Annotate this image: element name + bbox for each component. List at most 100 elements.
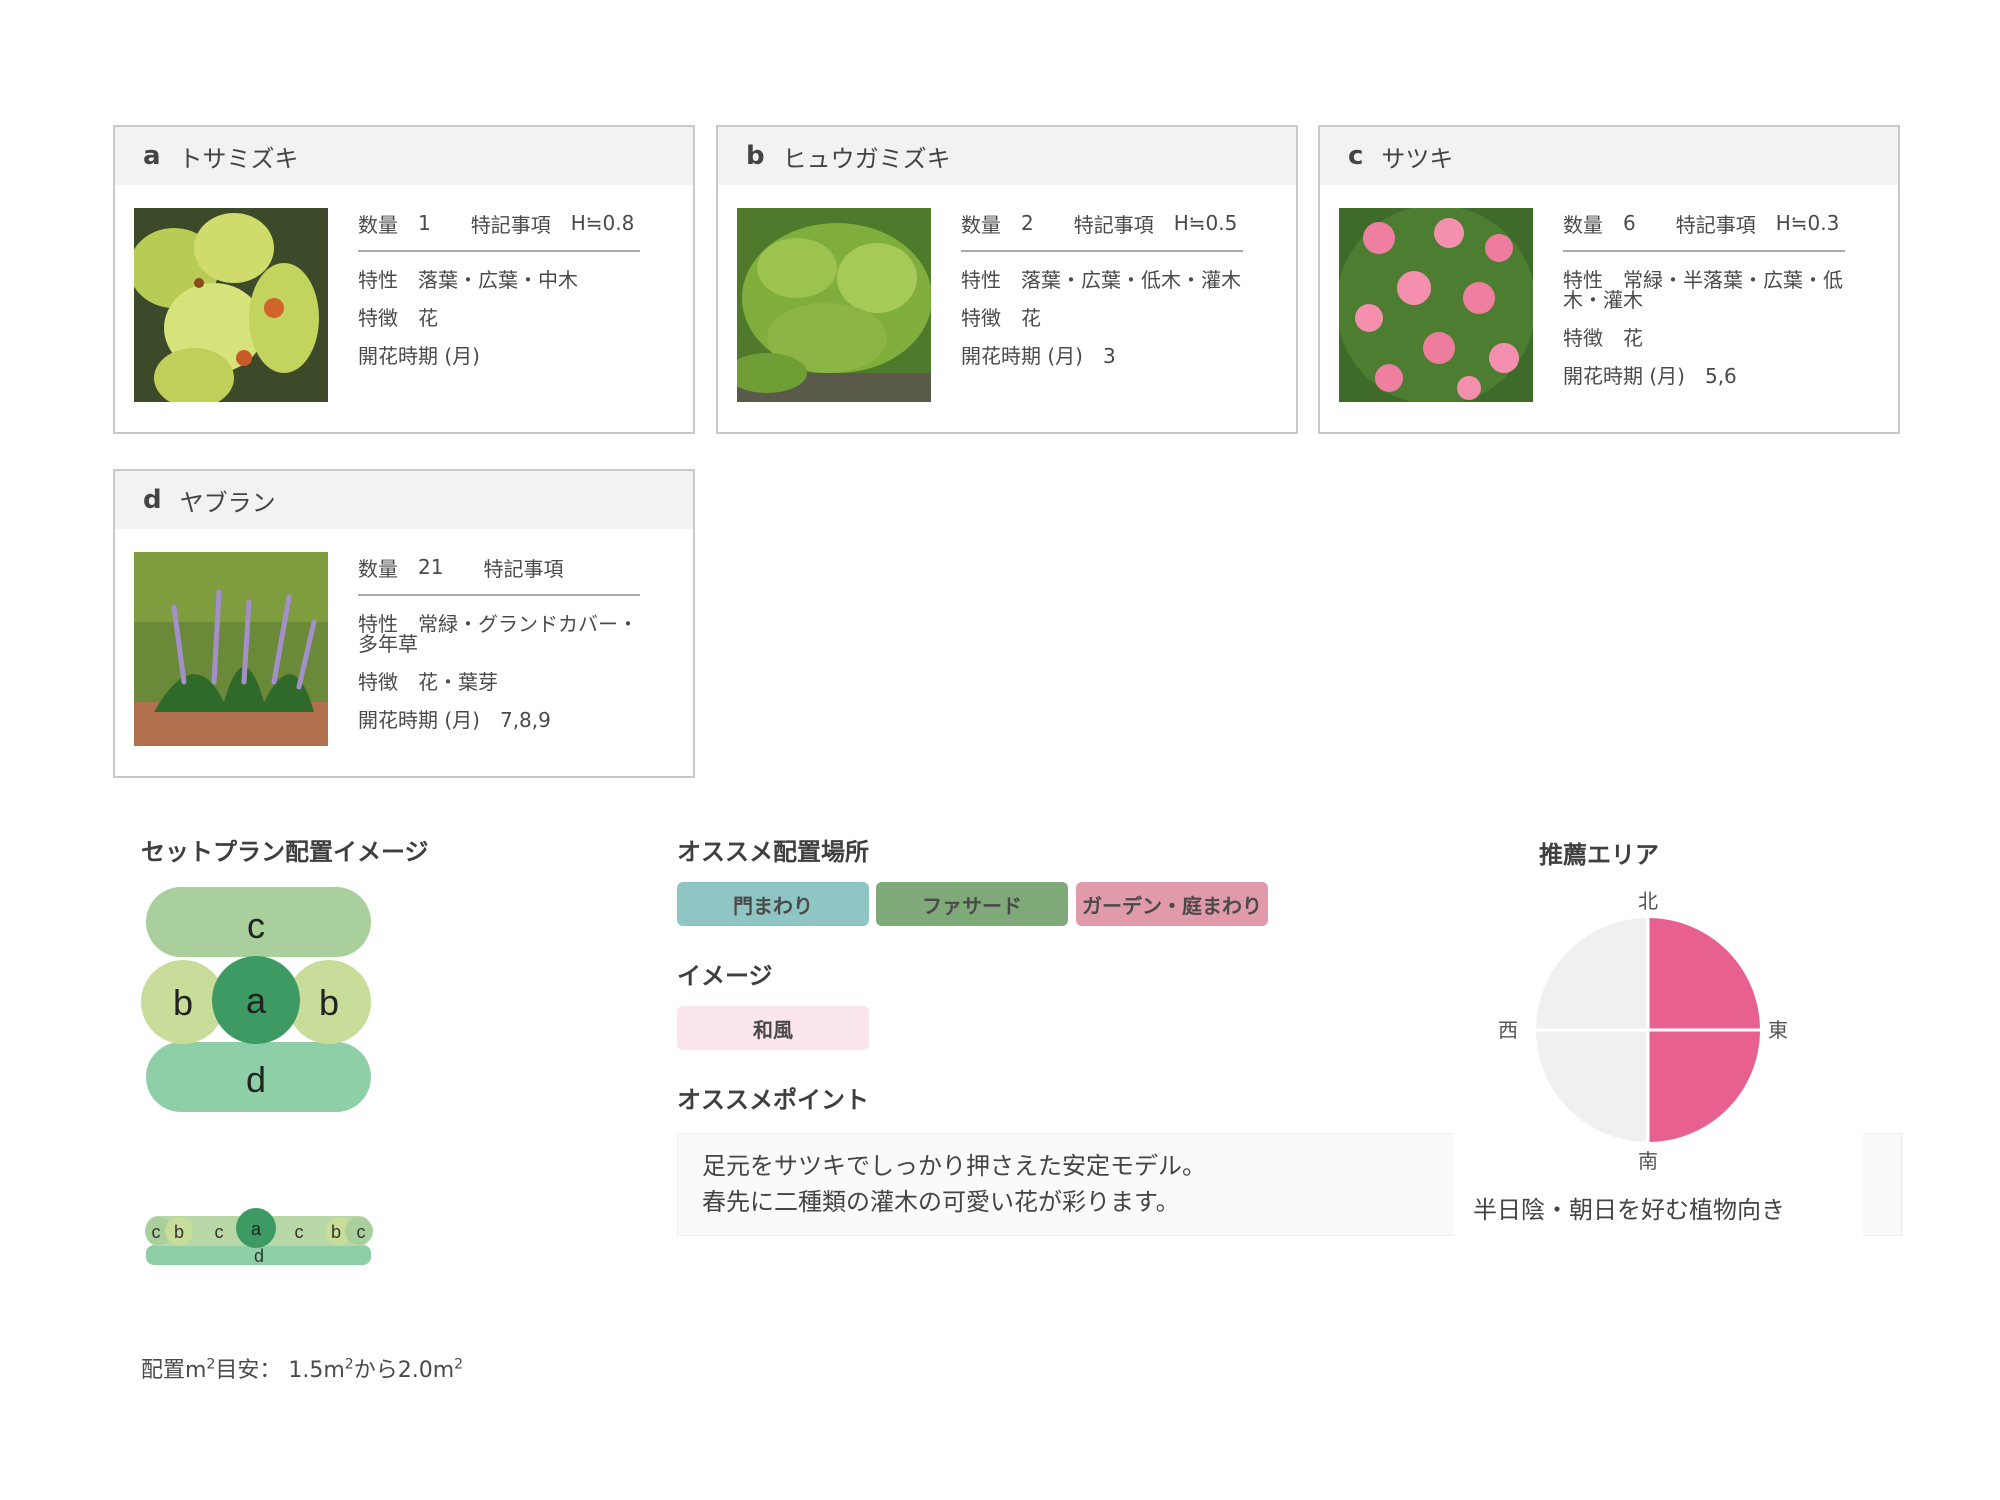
qty-label: 数量: [961, 212, 1001, 237]
note-mid: 目安： 1.5m: [215, 1358, 345, 1383]
strip-label: c: [152, 1222, 161, 1242]
qty-label: 数量: [358, 212, 398, 237]
strip-label: a: [251, 1219, 262, 1239]
note-mid2: から2.0m: [353, 1358, 455, 1383]
layout-diagram-large: c b a b d: [141, 887, 371, 1112]
note-value: H≒0.8: [570, 211, 635, 235]
plan-label-c: c: [247, 905, 265, 946]
bloom-label: 開花時期 (月): [358, 344, 480, 368]
divider: [358, 594, 640, 596]
strip-label: c: [357, 1222, 366, 1242]
quadrant-south-east: [1648, 1030, 1760, 1142]
area-title: 推薦エリア: [1539, 841, 1659, 869]
strip-label: d: [254, 1246, 264, 1266]
note-label: 特記事項: [483, 556, 564, 581]
plant-photo: [737, 208, 931, 402]
trait-value: 常緑・グランドカバー・多年草: [358, 612, 638, 656]
trait-label: 特性: [961, 268, 1001, 292]
compass-west: 西: [1498, 1018, 1518, 1042]
card-header: a トサミズキ: [115, 127, 693, 185]
feature-value: 花: [1623, 326, 1643, 350]
compass-south: 南: [1638, 1149, 1658, 1173]
divider: [961, 250, 1243, 252]
note-label: 特記事項: [470, 212, 551, 237]
plant-card-d: d ヤブラン 数量 21 特記事項 特性 常緑・グランドカバー・多年草 特徴 花・: [113, 469, 695, 778]
area-compass: 推薦エリア 北 東 南 西 半日陰・朝日を好む植物向き: [1453, 841, 1863, 1248]
strip-label: b: [331, 1222, 341, 1242]
strip-label: b: [174, 1222, 184, 1242]
feature-label: 特徴: [1563, 326, 1603, 350]
plan-label-b-left: b: [173, 982, 193, 1023]
note-label: 特記事項: [1073, 212, 1154, 237]
compass-east: 東: [1768, 1018, 1788, 1042]
plant-name: ヤブラン: [179, 488, 276, 517]
qty-value: 2: [1021, 211, 1034, 235]
feature-value: 花: [1021, 306, 1041, 330]
divider: [1563, 250, 1845, 252]
plant-info: 数量 6 特記事項 H≒0.3 特性 常緑・半落葉・広葉・低木・灌木 特徴花 開花…: [1563, 208, 1845, 404]
quadrant-south-west: [1536, 1030, 1648, 1142]
plant-name: トサミズキ: [178, 144, 299, 173]
point-title: オススメポイント: [677, 1086, 869, 1114]
tag-garden[interactable]: ガーデン・庭まわり: [1076, 882, 1268, 926]
bloom-value: 5,6: [1704, 364, 1737, 388]
plant-letter: d: [143, 485, 162, 515]
note-sup: 2: [454, 1356, 464, 1373]
quadrant-north-east: [1648, 918, 1760, 1030]
plan-label-b-right: b: [319, 982, 339, 1023]
bloom-label: 開花時期 (月): [1563, 364, 1685, 388]
plan-label-d: d: [246, 1059, 266, 1100]
image-title: イメージ: [677, 962, 773, 990]
layout-diagram-strip: c b c a c b c d: [145, 1208, 373, 1266]
bloom-label: 開花時期 (月): [358, 708, 480, 732]
qty-value: 1: [418, 211, 431, 235]
qty-value: 21: [418, 555, 444, 579]
trait-value: 常緑・半落葉・広葉・低木・灌木: [1563, 268, 1843, 312]
plant-letter: b: [746, 141, 765, 171]
plant-letter: a: [143, 141, 161, 171]
qty-label: 数量: [1563, 212, 1603, 237]
tag-japanese-style[interactable]: 和風: [677, 1006, 869, 1050]
qty-value: 6: [1623, 211, 1636, 235]
plant-card-b: b ヒュウガミズキ 数量 2 特記事項 H≒0.5 特性 落葉・広葉・低木・灌木 …: [716, 125, 1298, 434]
strip-label: c: [215, 1222, 224, 1242]
feature-label: 特徴: [358, 670, 398, 694]
plant-info: 数量 1 特記事項 H≒0.8 特性 落葉・広葉・中木 特徴花 開花時期 (月): [358, 208, 640, 384]
plant-name: サツキ: [1381, 144, 1454, 173]
plant-photo: [134, 552, 328, 746]
note-sup: 2: [344, 1356, 354, 1373]
plant-info: 数量 21 特記事項 特性 常緑・グランドカバー・多年草 特徴 花・葉芽 開花時期 …: [358, 552, 640, 748]
feature-value: 花・葉芽: [418, 670, 498, 694]
note-prefix: 配置m: [141, 1358, 207, 1383]
note-value: H≒0.3: [1775, 211, 1840, 235]
plant-name: ヒュウガミズキ: [782, 144, 951, 173]
card-header: d ヤブラン: [115, 471, 693, 529]
strip-label: c: [295, 1222, 304, 1242]
bloom-value: 7,8,9: [499, 708, 551, 732]
card-header: c サツキ: [1320, 127, 1898, 185]
note-label: 特記事項: [1675, 212, 1756, 237]
feature-label: 特徴: [961, 306, 1001, 330]
trait-value: 落葉・広葉・低木・灌木: [1021, 268, 1241, 292]
card-header: b ヒュウガミズキ: [718, 127, 1296, 185]
bloom-label: 開花時期 (月): [961, 344, 1083, 368]
compass-north: 北: [1638, 889, 1658, 913]
note-value: H≒0.5: [1173, 211, 1238, 235]
plant-card-a: a トサミズキ 数量 1 特記事項 H≒0.8 特性 落葉・広葉・中木 特徴花 開…: [113, 125, 695, 434]
trait-value: 落葉・広葉・中木: [418, 268, 578, 292]
tag-gate[interactable]: 門まわり: [677, 882, 869, 926]
plant-photo: [134, 208, 328, 402]
plant-letter: c: [1348, 141, 1364, 171]
plant-card-c: c サツキ 数量 6 特記事項 H≒0.3 特性 常緑・半落葉・広葉・低木・灌木 …: [1318, 125, 1900, 434]
recommend-title: オススメ配置場所: [677, 838, 869, 866]
feature-label: 特徴: [358, 306, 398, 330]
feature-value: 花: [418, 306, 438, 330]
area-caption: 半日陰・朝日を好む植物向き: [1473, 1196, 1785, 1224]
layout-section-title: セットプラン配置イメージ: [141, 838, 429, 866]
qty-label: 数量: [358, 556, 398, 581]
area-estimate-note: 配置m2目安： 1.5m2から2.0m2: [141, 1352, 463, 1384]
plant-photo: [1339, 208, 1533, 402]
quadrant-north-west: [1536, 918, 1648, 1030]
tag-facade[interactable]: ファサード: [876, 882, 1068, 926]
plant-info: 数量 2 特記事項 H≒0.5 特性 落葉・広葉・低木・灌木 特徴花 開花時期 (…: [961, 208, 1243, 384]
